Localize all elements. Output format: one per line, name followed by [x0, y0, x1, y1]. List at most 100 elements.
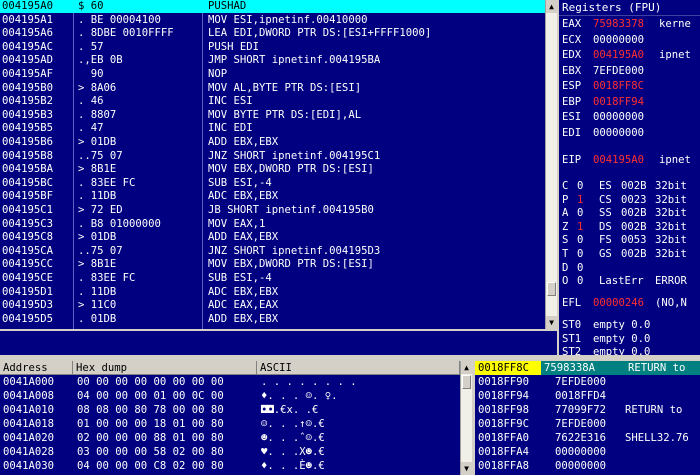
disasm-row[interactable]: 004195B6 > 01DB ADD EBX,EBX: [0, 136, 545, 149]
flag-row[interactable]: C 0 ES 002B 32bit: [559, 180, 700, 193]
dump-header-hex[interactable]: Hex dump: [73, 361, 257, 375]
register-row[interactable]: EDI 00000000: [559, 127, 700, 140]
scroll-up-arrow-icon[interactable]: ▲: [546, 0, 557, 13]
dump-row[interactable]: 0041A000 00 00 00 00 00 00 00 00 . . . . .…: [0, 376, 460, 389]
register-value[interactable]: 0018FF94: [593, 96, 644, 109]
disasm-row[interactable]: 004195CC > 8B1E MOV EBX,DWORD PTR DS:[ESI]: [0, 258, 545, 271]
disasm-row[interactable]: 004195A6 . 8DBE 0010FFFF LEA EDI,DWORD PTR…: [0, 27, 545, 40]
stack-row[interactable]: 0018FFA4 00000000: [475, 446, 700, 459]
disasm-row[interactable]: 004195BA > 8B1E MOV EBX,DWORD PTR DS:[ESI]: [0, 163, 545, 176]
register-value[interactable]: 004195A0: [593, 154, 644, 167]
flag-row[interactable]: Z 1 DS 002B 32bit: [559, 221, 700, 234]
register-value[interactable]: 75983378: [593, 18, 644, 31]
disasm-row[interactable]: 004195B5 . 47 INC EDI: [0, 122, 545, 135]
dump-row[interactable]: 0041A018 01 00 00 00 18 01 00 80 ☺. . .↑☺.…: [0, 418, 460, 431]
register-value[interactable]: 004195A0: [593, 49, 644, 62]
dump-header-ascii[interactable]: ASCII: [257, 361, 460, 375]
dump-row[interactable]: 0041A030 04 00 00 00 C8 02 00 80 ♦. . .È☻.…: [0, 460, 460, 473]
flag-value[interactable]: 0: [577, 180, 583, 193]
dump-row[interactable]: 0041A010 08 08 00 80 78 00 00 80 ◘◘.€x. .€: [0, 404, 460, 417]
flag-value[interactable]: 0: [577, 262, 583, 275]
flag-row[interactable]: A 0 SS 002B 32bit: [559, 207, 700, 220]
disasm-row[interactable]: 004195D1 . 11DB ADC EBX,EBX: [0, 286, 545, 299]
disasm-row[interactable]: 004195A0 $ 60 PUSHAD: [0, 0, 545, 13]
scroll-up-arrow-icon[interactable]: ▲: [461, 361, 472, 374]
register-value[interactable]: 00000000: [593, 127, 644, 140]
dump-row[interactable]: 0041A008 04 00 00 00 01 00 0C 00 ♦. . . ☺.…: [0, 390, 460, 403]
flag-row-o[interactable]: O 0 LastErr ERROR: [559, 275, 700, 288]
dump-hex[interactable]: 00 00 00 00 00 00 00 00: [77, 376, 224, 389]
stack-row[interactable]: 0018FF94 0018FFD4: [475, 390, 700, 403]
stack-row[interactable]: 0018FFA0 7622E316 SHELL32.76: [475, 432, 700, 445]
dump-hex[interactable]: 01 00 00 00 18 01 00 80: [77, 418, 224, 431]
register-row[interactable]: EDX 004195A0 ipnet: [559, 49, 700, 62]
scroll-down-arrow-icon[interactable]: ▼: [461, 462, 472, 475]
stack-row[interactable]: 0018FFA8 00000000: [475, 460, 700, 473]
flag-value[interactable]: 0: [577, 234, 583, 247]
disassembly-pane[interactable]: 004195A0 $ 60 PUSHAD 004195A1 . BE 00004100 M…: [0, 0, 545, 329]
stack-row[interactable]: 0018FF90 7EFDE000: [475, 376, 700, 389]
disasm-row[interactable]: 004195B0 > 8A06 MOV AL,BYTE PTR DS:[ESI]: [0, 82, 545, 95]
disasm-row[interactable]: 004195BF . 11DB ADC EBX,EBX: [0, 190, 545, 203]
disasm-row[interactable]: 004195C8 > 01DB ADD EAX,EBX: [0, 231, 545, 244]
flag-row[interactable]: T 0 GS 002B 32bit: [559, 248, 700, 261]
disasm-row[interactable]: 004195B3 . 8807 MOV BYTE PTR DS:[EDI],AL: [0, 109, 545, 122]
dump-hex[interactable]: 04 00 00 00 C8 02 00 80: [77, 460, 224, 473]
disasm-row[interactable]: 004195A1 . BE 00004100 MOV ESI,ipnetinf.00…: [0, 14, 545, 27]
fpu-register-row[interactable]: ST1 empty 0.0: [559, 333, 700, 346]
fpu-register-row[interactable]: ST2 empty 0.0: [559, 346, 700, 355]
registers-pane[interactable]: Registers (FPU) EAX 75983378 kerne ECX 00000…: [559, 0, 700, 355]
dump-hex[interactable]: 02 00 00 00 88 01 00 80: [77, 432, 224, 445]
disasm-row[interactable]: 004195AF 90 NOP: [0, 68, 545, 81]
flag-value[interactable]: 0: [577, 248, 583, 261]
dump-header-address[interactable]: Address: [0, 361, 73, 375]
register-row[interactable]: ESI 00000000: [559, 111, 700, 124]
disasm-row[interactable]: 004195D3 > 11C0 ADC EAX,EAX: [0, 299, 545, 312]
register-value[interactable]: 7EFDE000: [593, 65, 644, 78]
register-value[interactable]: 00000000: [593, 111, 644, 124]
flag-row[interactable]: S 0 FS 0053 32bit: [559, 234, 700, 247]
disasm-row[interactable]: 004195CA ..75 07 JNZ SHORT ipnetinf.004195…: [0, 245, 545, 258]
disasm-row[interactable]: 004195C1 > 72 ED JB SHORT ipnetinf.004195B…: [0, 204, 545, 217]
dump-hex[interactable]: 03 00 00 00 58 02 00 80: [77, 446, 224, 459]
flag-value[interactable]: 0: [577, 207, 583, 220]
disasm-row[interactable]: 004195AC . 57 PUSH EDI: [0, 41, 545, 54]
dump-scrollbar[interactable]: ▲ ▼: [460, 361, 472, 475]
disasm-row[interactable]: 004195D5 . 01DB ADD EBX,EBX: [0, 313, 545, 326]
register-row-efl[interactable]: EFL 00000246 (NO,N: [559, 297, 700, 310]
disasm-row[interactable]: 004195AD .,EB 0B JMP SHORT ipnetinf.004195…: [0, 54, 545, 67]
flag-row[interactable]: P 1 CS 0023 32bit: [559, 194, 700, 207]
hex-dump-pane[interactable]: Address Hex dump ASCII 0041A000 00 00 00 …: [0, 361, 460, 475]
flag-value[interactable]: 1: [577, 194, 583, 207]
scrollbar-thumb[interactable]: [547, 282, 556, 296]
disasm-row[interactable]: 004195C3 . B8 01000000 MOV EAX,1: [0, 218, 545, 231]
stack-row[interactable]: 0018FF9C 7EFDE000: [475, 418, 700, 431]
disasm-row[interactable]: 004195B8 ..75 07 JNZ SHORT ipnetinf.004195…: [0, 150, 545, 163]
stack-row[interactable]: 0018FF98 77099F72 RETURN to: [475, 404, 700, 417]
register-value[interactable]: 00000246: [593, 297, 644, 310]
scroll-down-arrow-icon[interactable]: ▼: [546, 316, 557, 329]
flag-value[interactable]: 1: [577, 221, 583, 234]
register-row[interactable]: EBX 7EFDE000: [559, 65, 700, 78]
disasm-row[interactable]: 004195BC . 83EE FC SUB ESI,-4: [0, 177, 545, 190]
disasm-scrollbar[interactable]: ▲ ▼: [545, 0, 557, 329]
register-row-eip[interactable]: EIP 004195A0 ipnet: [559, 154, 700, 167]
dump-row[interactable]: 0041A020 02 00 00 00 88 01 00 80 ☻. . .ˆ☺.…: [0, 432, 460, 445]
stack-row-top[interactable]: 0018FF8C 7598338A RETURN to: [475, 361, 700, 375]
dump-hex[interactable]: 04 00 00 00 01 00 0C 00: [77, 390, 224, 403]
disasm-row[interactable]: 004195B2 . 46 INC ESI: [0, 95, 545, 108]
register-row[interactable]: EAX 75983378 kerne: [559, 18, 700, 31]
dump-row[interactable]: 0041A028 03 00 00 00 58 02 00 80 ♥. . .X☻.…: [0, 446, 460, 459]
stack-pane[interactable]: 0018FF8C 7598338A RETURN to 0018FF90 7EFDE00…: [475, 361, 700, 475]
register-value[interactable]: 00000000: [593, 34, 644, 47]
register-value[interactable]: 0018FF8C: [593, 80, 644, 93]
register-row[interactable]: ECX 00000000: [559, 34, 700, 47]
fpu-register-row[interactable]: ST0 empty 0.0: [559, 319, 700, 332]
scrollbar-thumb[interactable]: [462, 375, 471, 389]
dump-hex[interactable]: 08 08 00 80 78 00 00 80: [77, 404, 224, 417]
flag-row[interactable]: D0: [559, 262, 700, 275]
disasm-row[interactable]: 004195CE . 83EE FC SUB ESI,-4: [0, 272, 545, 285]
flag-value[interactable]: 0: [577, 275, 583, 288]
register-row[interactable]: ESP 0018FF8C: [559, 80, 700, 93]
register-row[interactable]: EBP 0018FF94: [559, 96, 700, 109]
